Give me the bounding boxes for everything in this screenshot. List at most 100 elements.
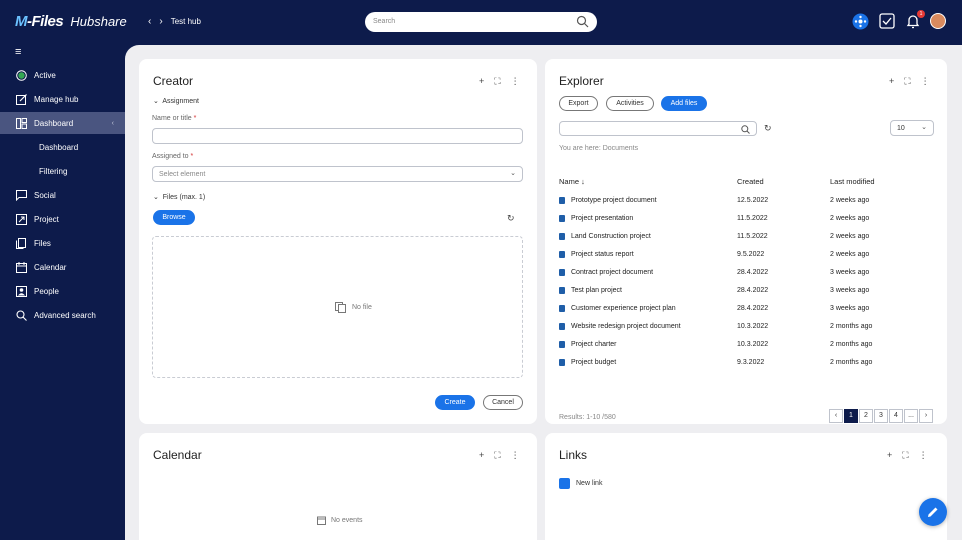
card-title: Calendar	[153, 448, 202, 462]
row-name[interactable]: Project charter	[571, 341, 617, 348]
no-file-text: No file	[352, 304, 372, 311]
table-row[interactable]: Contract project document 28.4.2022 3 week…	[559, 265, 939, 283]
row-name[interactable]: Project status report	[571, 251, 634, 258]
sidebar-item-social[interactable]: Social	[0, 184, 125, 206]
browse-button[interactable]: Browse	[153, 210, 195, 225]
name-label-text: Name or title	[152, 115, 192, 122]
menu-icon[interactable]: ≡	[15, 46, 21, 58]
pager-next[interactable]: ›	[919, 409, 933, 423]
row-created: 11.5.2022	[737, 233, 768, 240]
expand-icon[interactable]: ⛶	[494, 76, 500, 87]
row-modified: 2 weeks ago	[830, 197, 870, 204]
sidebar-item-label: Social	[34, 190, 56, 200]
table-row[interactable]: Project presentation 11.5.2022 2 weeks ago	[559, 211, 939, 229]
sidebar-item-calendar[interactable]: Calendar	[0, 256, 125, 278]
explorer-search-input[interactable]	[559, 121, 757, 136]
row-name[interactable]: Contract project document	[571, 269, 653, 276]
row-name[interactable]: Customer experience project plan	[571, 305, 676, 312]
pager-page-4[interactable]: 4	[889, 409, 903, 423]
add-icon[interactable]: +	[887, 450, 892, 461]
pager-prev[interactable]: ‹	[829, 409, 843, 423]
sidebar-item-label: Project	[34, 214, 59, 224]
pager-page-2[interactable]: 2	[859, 409, 873, 423]
table-row[interactable]: Project charter 10.3.2022 2 months ago	[559, 337, 939, 355]
link-item[interactable]: New link	[559, 478, 602, 489]
assignment-section-toggle[interactable]: ⌄ Assignment	[153, 97, 199, 105]
sidebar-item-advanced-search[interactable]: Advanced search	[0, 304, 125, 326]
chevron-down-icon: ⌄	[153, 98, 159, 105]
files-section-toggle[interactable]: ⌄ Files (max. 1)	[153, 193, 205, 201]
refresh-icon[interactable]: ↻	[764, 123, 772, 134]
export-button[interactable]: Export	[559, 96, 598, 111]
sidebar-item-dashboard[interactable]: Dashboard ‹	[0, 112, 125, 134]
create-button[interactable]: Create	[435, 395, 475, 410]
add-icon[interactable]: +	[479, 76, 484, 87]
sidebar-subitem-filtering[interactable]: Filtering	[0, 160, 125, 182]
expand-icon[interactable]: ⛶	[904, 76, 910, 87]
row-name[interactable]: Project budget	[571, 359, 616, 366]
add-icon[interactable]: +	[889, 76, 894, 87]
search-icon[interactable]	[576, 15, 589, 28]
table-row[interactable]: Prototype project document 12.5.2022 2 wee…	[559, 193, 939, 211]
more-icon[interactable]: ⋮	[511, 450, 520, 461]
notifications-bell-icon[interactable]: 1	[905, 10, 925, 30]
table-row[interactable]: Customer experience project plan 28.4.202…	[559, 301, 939, 319]
table-row[interactable]: Website redesign project document 10.3.20…	[559, 319, 939, 337]
more-icon[interactable]: ⋮	[921, 76, 930, 87]
assigned-select[interactable]: Select element ⌄	[152, 166, 523, 182]
sidebar-item-files[interactable]: Files	[0, 232, 125, 254]
sidebar-item-label: People	[34, 286, 59, 296]
app-logo[interactable]: M-Files Hubshare	[15, 13, 127, 30]
row-created: 11.5.2022	[737, 215, 768, 222]
more-icon[interactable]: ⋮	[919, 450, 928, 461]
sidebar-item-project[interactable]: Project	[0, 208, 125, 230]
activities-button[interactable]: Activities	[606, 96, 654, 111]
main-content: Creator + ⛶ ⋮ ⌄ Assignment Name or title…	[125, 45, 962, 540]
tasks-icon[interactable]	[879, 13, 896, 30]
search-icon[interactable]	[741, 125, 750, 134]
chevron-left-icon[interactable]: ‹	[112, 120, 114, 127]
sidebar-subitem-dashboard[interactable]: Dashboard	[0, 136, 125, 158]
file-dropzone[interactable]: No file	[152, 236, 523, 378]
expand-icon[interactable]: ⛶	[494, 450, 500, 461]
row-name[interactable]: Project presentation	[571, 215, 633, 222]
page-size-select[interactable]: 10 ⌄	[890, 120, 934, 136]
name-field-label: Name or title *	[152, 115, 196, 122]
apps-icon[interactable]	[852, 13, 869, 30]
row-name[interactable]: Land Construction project	[571, 233, 651, 240]
row-name[interactable]: Website redesign project document	[571, 323, 681, 330]
calendar-icon	[15, 261, 27, 273]
column-header-created[interactable]: Created	[737, 177, 764, 186]
row-modified: 3 weeks ago	[830, 269, 870, 276]
row-modified: 2 weeks ago	[830, 215, 870, 222]
refresh-icon[interactable]: ↻	[507, 213, 515, 224]
sidebar-item-manage-hub[interactable]: Manage hub	[0, 88, 125, 110]
table-row[interactable]: Project status report 9.5.2022 2 weeks ago	[559, 247, 939, 265]
row-name[interactable]: Prototype project document	[571, 197, 657, 204]
name-field[interactable]	[152, 128, 523, 144]
column-header-name[interactable]: Name ↓	[559, 177, 585, 186]
pager-page-1[interactable]: 1	[844, 409, 858, 423]
add-icon[interactable]: +	[479, 450, 484, 461]
table-row[interactable]: Project budget 9.3.2022 2 months ago	[559, 355, 939, 373]
pager-page-3[interactable]: 3	[874, 409, 888, 423]
table-row[interactable]: Test plan project 28.4.2022 3 weeks ago	[559, 283, 939, 301]
search-input[interactable]: Search	[365, 12, 597, 32]
cancel-button[interactable]: Cancel	[483, 395, 523, 410]
pager-ellipsis[interactable]: ...	[904, 409, 918, 423]
avatar[interactable]	[930, 13, 946, 29]
add-files-button[interactable]: Add files	[661, 96, 707, 111]
row-name[interactable]: Test plan project	[571, 287, 622, 294]
row-created: 10.3.2022	[737, 323, 769, 330]
sidebar-item-active[interactable]: Active	[0, 64, 125, 86]
back-arrow-icon[interactable]: ‹	[148, 16, 151, 27]
column-header-modified[interactable]: Last modified	[830, 177, 875, 186]
forward-arrow-icon[interactable]: ›	[159, 16, 162, 27]
sort-arrow-icon: ↓	[581, 177, 585, 186]
expand-icon[interactable]: ⛶	[902, 450, 908, 461]
breadcrumb-current[interactable]: Test hub	[171, 17, 201, 26]
edit-fab-button[interactable]	[919, 498, 947, 526]
table-row[interactable]: Land Construction project 11.5.2022 2 week…	[559, 229, 939, 247]
more-icon[interactable]: ⋮	[511, 76, 520, 87]
sidebar-item-people[interactable]: People	[0, 280, 125, 302]
